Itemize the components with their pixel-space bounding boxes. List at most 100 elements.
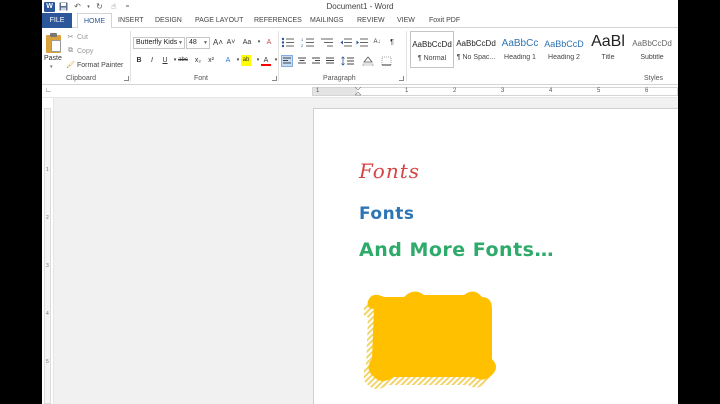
- tab-selector-icon[interactable]: ∟: [45, 87, 53, 95]
- style-heading-2[interactable]: AaBbCcD Heading 2: [542, 31, 586, 68]
- strikethrough-button[interactable]: abc: [178, 55, 188, 66]
- tab-view[interactable]: VIEW: [391, 13, 421, 28]
- yellow-shape[interactable]: [361, 289, 504, 389]
- text-line-fonts-red[interactable]: Fonts: [359, 159, 420, 183]
- letterbox-left: [0, 0, 42, 404]
- style-name: ¶ Normal: [417, 55, 447, 62]
- grow-font-button[interactable]: A˄: [213, 37, 223, 48]
- tab-insert[interactable]: INSERT: [112, 13, 150, 28]
- customize-qat-icon[interactable]: =: [122, 2, 133, 12]
- clear-formatting-button[interactable]: A: [264, 37, 274, 48]
- document-area: Fonts Fonts And More Fonts…: [54, 98, 678, 404]
- ruler-number: 3: [46, 263, 49, 269]
- ruler-row: ∟ 1 1 2 3 4 5 6: [42, 85, 678, 98]
- shrink-font-button[interactable]: A˅: [226, 37, 236, 48]
- tab-mailings[interactable]: MAILINGS: [304, 13, 349, 28]
- paste-dropdown-icon[interactable]: ▾: [50, 64, 53, 70]
- font-group-label: Font: [194, 75, 209, 82]
- ruler-number: 2: [453, 88, 457, 94]
- ribbon-home: Paste ▾ ✂ Cut ⧉ Copy 🖌 Format Painter Clipb…: [42, 28, 678, 85]
- font-size-box[interactable]: 48 ▼: [186, 37, 210, 49]
- tab-design[interactable]: DESIGN: [149, 13, 188, 28]
- align-right-button[interactable]: [311, 56, 321, 66]
- font-size-dropdown-icon[interactable]: ▼: [203, 38, 208, 48]
- font-size-value: 48: [189, 39, 197, 46]
- tab-references[interactable]: REFERENCES: [248, 13, 308, 28]
- group-separator: [278, 31, 279, 81]
- style-subtitle[interactable]: AaBbCcDd Subtitle: [630, 31, 674, 68]
- document-page[interactable]: Fonts Fonts And More Fonts…: [313, 108, 678, 404]
- horizontal-ruler[interactable]: 1 1 2 3 4 5 6: [312, 86, 678, 96]
- subscript-button[interactable]: x₂: [193, 55, 203, 66]
- tab-home[interactable]: HOME: [77, 13, 112, 29]
- copy-button[interactable]: ⧉ Copy: [66, 47, 93, 55]
- text-line-and-more-fonts[interactable]: And More Fonts…: [359, 239, 554, 261]
- ribbon-tabs: FILE HOME INSERT DESIGN PAGE LAYOUT REFE…: [42, 13, 678, 29]
- font-name-box[interactable]: Butterfly Kids ▼: [133, 37, 185, 49]
- style-title[interactable]: AaBl Title: [586, 31, 630, 68]
- style-name: Heading 2: [548, 54, 580, 61]
- svg-text:1: 1: [301, 37, 304, 42]
- text-line-fonts-blue[interactable]: Fonts: [359, 204, 414, 224]
- styles-gallery: AaBbCcDd ¶ Normal AaBbCcDd ¶ No Spac... …: [410, 31, 674, 69]
- undo-icon[interactable]: ↶: [72, 2, 83, 12]
- text-effects-button[interactable]: A: [223, 55, 233, 66]
- tab-file[interactable]: FILE: [42, 13, 72, 28]
- vertical-ruler[interactable]: 1 2 3 4 5: [42, 98, 54, 404]
- show-hide-button[interactable]: ¶: [387, 37, 397, 48]
- clipboard-launcher-icon[interactable]: [124, 76, 129, 81]
- highlight-button[interactable]: ab: [241, 55, 251, 66]
- ruler-number: 1: [316, 88, 320, 94]
- redo-icon[interactable]: ↻: [94, 2, 105, 12]
- style-name: ¶ No Spac...: [456, 54, 496, 61]
- paste-button[interactable]: Paste ▾: [42, 28, 64, 74]
- undo-dropdown-icon[interactable]: ▾: [86, 2, 91, 12]
- format-painter-button[interactable]: 🖌 Format Painter: [66, 61, 123, 70]
- window-title: Document1 - Word: [326, 2, 394, 11]
- vertical-ruler-track: 1 2 3 4 5: [44, 108, 51, 404]
- cut-button[interactable]: ✂ Cut: [66, 33, 88, 42]
- style-normal[interactable]: AaBbCcDd ¶ Normal: [410, 31, 454, 68]
- style-name: Subtitle: [640, 54, 664, 61]
- save-icon[interactable]: [58, 2, 69, 12]
- borders-button[interactable]: [381, 56, 393, 66]
- sort-button[interactable]: A↓: [372, 37, 382, 48]
- font-name-dropdown-icon[interactable]: ▼: [178, 38, 183, 48]
- paragraph-launcher-icon[interactable]: [399, 76, 404, 81]
- tab-review[interactable]: REVIEW: [351, 13, 391, 28]
- ruler-number: 3: [501, 88, 505, 94]
- superscript-button[interactable]: x²: [206, 55, 216, 66]
- ruler-margin: [313, 88, 357, 95]
- style-preview: AaBbCcDd: [412, 40, 452, 49]
- change-case-dropdown-icon[interactable]: ▾: [254, 37, 264, 48]
- tab-foxit-pdf[interactable]: Foxit PDF: [423, 13, 466, 28]
- numbering-button[interactable]: 12: [301, 37, 315, 48]
- touch-mode-icon[interactable]: ☝: [108, 2, 119, 12]
- style-no-spacing[interactable]: AaBbCcDd ¶ No Spac...: [454, 31, 498, 68]
- style-heading-1[interactable]: AaBbCc Heading 1: [498, 31, 542, 68]
- font-color-dropdown-icon[interactable]: ▾: [271, 55, 281, 66]
- paste-label: Paste: [44, 55, 62, 62]
- style-preview: AaBl: [591, 33, 625, 50]
- align-left-button[interactable]: [281, 55, 293, 67]
- justify-button[interactable]: [325, 56, 335, 66]
- decrease-indent-button[interactable]: [340, 37, 352, 48]
- increase-indent-button[interactable]: [356, 37, 368, 48]
- tab-page-layout[interactable]: PAGE LAYOUT: [189, 13, 249, 28]
- line-spacing-button[interactable]: [341, 56, 355, 66]
- shading-button[interactable]: [362, 56, 374, 67]
- ruler-number: 1: [46, 167, 49, 173]
- bold-button[interactable]: B: [134, 55, 144, 66]
- bullets-button[interactable]: [281, 37, 295, 48]
- font-color-button[interactable]: A: [261, 55, 271, 66]
- multilevel-list-button[interactable]: [320, 37, 334, 48]
- ruler-number: 4: [46, 311, 49, 317]
- title-bar: Document1 - Word W ↶ ▾ ↻ ☝ =: [42, 0, 678, 13]
- font-launcher-icon[interactable]: [272, 76, 277, 81]
- change-case-button[interactable]: Aa: [242, 37, 252, 48]
- italic-button[interactable]: I: [147, 55, 157, 66]
- group-separator: [130, 31, 131, 81]
- underline-button[interactable]: U: [160, 55, 170, 66]
- indent-marker-icon[interactable]: [354, 86, 362, 96]
- align-center-button[interactable]: [297, 56, 307, 66]
